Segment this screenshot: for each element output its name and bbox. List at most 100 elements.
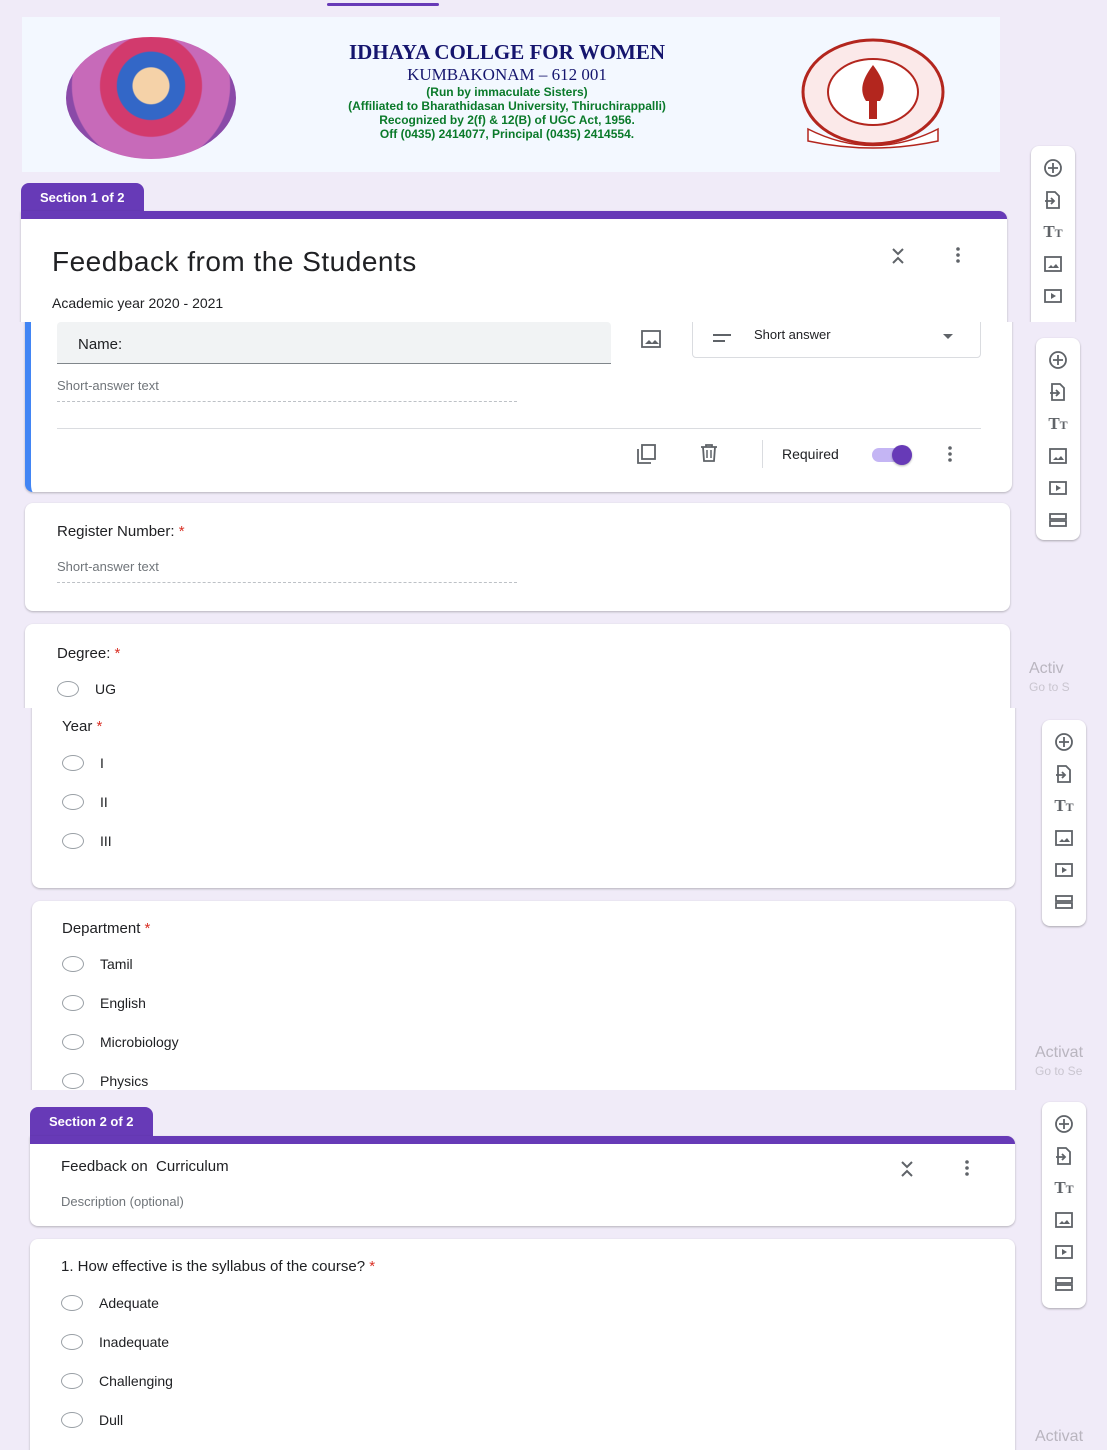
radio-option-label: III bbox=[100, 833, 112, 849]
college-phones: Off (0435) 2414077, Principal (0435) 241… bbox=[379, 127, 635, 141]
question-type-dropdown[interactable]: Short answer bbox=[692, 322, 981, 358]
import-questions-icon[interactable] bbox=[1046, 376, 1070, 408]
radio-circle-icon[interactable] bbox=[57, 681, 79, 697]
import-questions-icon[interactable] bbox=[1052, 758, 1076, 790]
add-title-icon[interactable]: TT bbox=[1052, 790, 1076, 822]
radio-option-label: Adequate bbox=[99, 1295, 159, 1311]
radio-circle-icon[interactable] bbox=[62, 833, 84, 849]
add-question-icon[interactable] bbox=[1052, 726, 1076, 758]
add-image-icon[interactable] bbox=[1046, 440, 1070, 472]
radio-option[interactable]: Adequate bbox=[61, 1295, 159, 1311]
collapse-section-icon[interactable] bbox=[900, 1160, 914, 1183]
question-card-year[interactable]: Year * I II III bbox=[32, 708, 1015, 888]
form-side-toolbar: TT bbox=[1042, 720, 1086, 926]
import-questions-icon[interactable] bbox=[1052, 1140, 1076, 1172]
collapse-section-icon[interactable] bbox=[891, 247, 905, 270]
top-tab-indicator bbox=[327, 3, 439, 6]
add-image-icon[interactable] bbox=[640, 329, 662, 354]
section-title-card[interactable]: Feedback from the Students Academic year… bbox=[21, 211, 1007, 322]
delete-icon[interactable] bbox=[699, 443, 719, 468]
radio-option[interactable]: Tamil bbox=[62, 956, 133, 972]
college-seal-logo bbox=[798, 37, 948, 155]
add-section-icon[interactable] bbox=[1052, 1268, 1076, 1300]
radio-option[interactable]: I bbox=[62, 755, 104, 771]
more-options-icon[interactable] bbox=[965, 1160, 969, 1181]
activation-watermark: Activat bbox=[1035, 1428, 1083, 1446]
question-label: Register Number: bbox=[57, 523, 175, 540]
college-city: KUMBAKONAM – 612 001 bbox=[407, 65, 607, 84]
radio-circle-icon[interactable] bbox=[61, 1295, 83, 1311]
add-section-icon[interactable] bbox=[1052, 886, 1076, 918]
watermark-title: Activat bbox=[1035, 1044, 1084, 1061]
radio-option[interactable]: Inadequate bbox=[61, 1334, 169, 1350]
add-video-icon[interactable] bbox=[1041, 280, 1065, 312]
question-card-degree[interactable]: Degree: * UG bbox=[25, 624, 1010, 708]
add-title-icon[interactable]: TT bbox=[1052, 1172, 1076, 1204]
radio-circle-icon[interactable] bbox=[62, 995, 84, 1011]
activation-watermark: Activat Go to Se bbox=[1035, 1044, 1083, 1080]
radio-option[interactable]: English bbox=[62, 995, 146, 1011]
more-options-icon[interactable] bbox=[948, 446, 952, 467]
radio-option[interactable]: II bbox=[62, 794, 108, 810]
question-card-department[interactable]: Department * Tamil English Microbiology … bbox=[32, 901, 1015, 1090]
college-name: IDHAYA COLLGE FOR WOMEN bbox=[348, 40, 666, 64]
question-card-name[interactable]: Name: Short answer Short-answer text Req… bbox=[25, 322, 1012, 492]
more-options-icon[interactable] bbox=[956, 247, 960, 268]
add-image-icon[interactable] bbox=[1052, 822, 1076, 854]
section-title[interactable]: Feedback on Curriculum bbox=[61, 1158, 229, 1175]
short-answer-placeholder: Short-answer text bbox=[57, 559, 517, 583]
add-title-icon[interactable]: TT bbox=[1041, 216, 1065, 248]
form-side-toolbar: TT bbox=[1031, 146, 1075, 322]
radio-option-label: I bbox=[100, 755, 104, 771]
add-image-icon[interactable] bbox=[1052, 1204, 1076, 1236]
add-image-icon[interactable] bbox=[1041, 248, 1065, 280]
radio-option[interactable]: Physics bbox=[62, 1073, 148, 1089]
question-card-syllabus[interactable]: 1. How effective is the syllabus of the … bbox=[30, 1239, 1015, 1450]
question-type-label: Short answer bbox=[754, 327, 831, 342]
watermark-title: Activ bbox=[1029, 660, 1064, 677]
required-toggle[interactable] bbox=[872, 445, 912, 465]
radio-option[interactable]: Challenging bbox=[61, 1373, 173, 1389]
radio-circle-icon[interactable] bbox=[62, 1034, 84, 1050]
question-title: Degree: * bbox=[57, 645, 120, 662]
watermark-title: Activat bbox=[1035, 1428, 1084, 1445]
radio-option[interactable]: Microbiology bbox=[62, 1034, 179, 1050]
radio-circle-icon[interactable] bbox=[62, 1073, 84, 1089]
form-description[interactable]: Academic year 2020 - 2021 bbox=[52, 295, 223, 311]
add-question-icon[interactable] bbox=[1041, 152, 1065, 184]
duplicate-icon[interactable] bbox=[635, 443, 657, 470]
radio-option[interactable]: UG bbox=[57, 681, 116, 697]
radio-circle-icon[interactable] bbox=[62, 794, 84, 810]
chevron-down-icon bbox=[943, 334, 953, 339]
screenshot-frame-2: Name: Short answer Short-answer text Req… bbox=[0, 322, 1107, 708]
add-question-icon[interactable] bbox=[1052, 1108, 1076, 1140]
radio-circle-icon[interactable] bbox=[61, 1373, 83, 1389]
question-title: Department * bbox=[62, 920, 150, 937]
form-side-toolbar: TT bbox=[1036, 338, 1080, 540]
screenshot-frame-4: Section 2 of 2 Feedback on Curriculum De… bbox=[0, 1090, 1107, 1450]
import-questions-icon[interactable] bbox=[1041, 184, 1065, 216]
form-title[interactable]: Feedback from the Students bbox=[52, 246, 417, 278]
add-video-icon[interactable] bbox=[1052, 1236, 1076, 1268]
question-title: Name: bbox=[78, 336, 123, 353]
radio-circle-icon[interactable] bbox=[62, 956, 84, 972]
section-description[interactable]: Description (optional) bbox=[61, 1194, 184, 1209]
radio-option[interactable]: Dull bbox=[61, 1412, 123, 1428]
radio-option[interactable]: III bbox=[62, 833, 112, 849]
radio-option-label: Challenging bbox=[99, 1373, 173, 1389]
add-video-icon[interactable] bbox=[1046, 472, 1070, 504]
radio-circle-icon[interactable] bbox=[61, 1334, 83, 1350]
mary-portrait-image bbox=[66, 37, 236, 159]
section-tab: Section 1 of 2 bbox=[21, 183, 144, 212]
add-section-icon[interactable] bbox=[1046, 504, 1070, 536]
add-question-icon[interactable] bbox=[1046, 344, 1070, 376]
question-card-register-number[interactable]: Register Number: * Short-answer text bbox=[25, 503, 1010, 611]
radio-circle-icon[interactable] bbox=[61, 1412, 83, 1428]
radio-circle-icon[interactable] bbox=[62, 755, 84, 771]
radio-option-label: Microbiology bbox=[100, 1034, 179, 1050]
required-asterisk: * bbox=[144, 920, 151, 937]
add-video-icon[interactable] bbox=[1052, 854, 1076, 886]
section-title-card[interactable]: Feedback on Curriculum Description (opti… bbox=[30, 1136, 1015, 1226]
question-title-input[interactable]: Name: bbox=[57, 322, 611, 364]
add-title-icon[interactable]: TT bbox=[1046, 408, 1070, 440]
